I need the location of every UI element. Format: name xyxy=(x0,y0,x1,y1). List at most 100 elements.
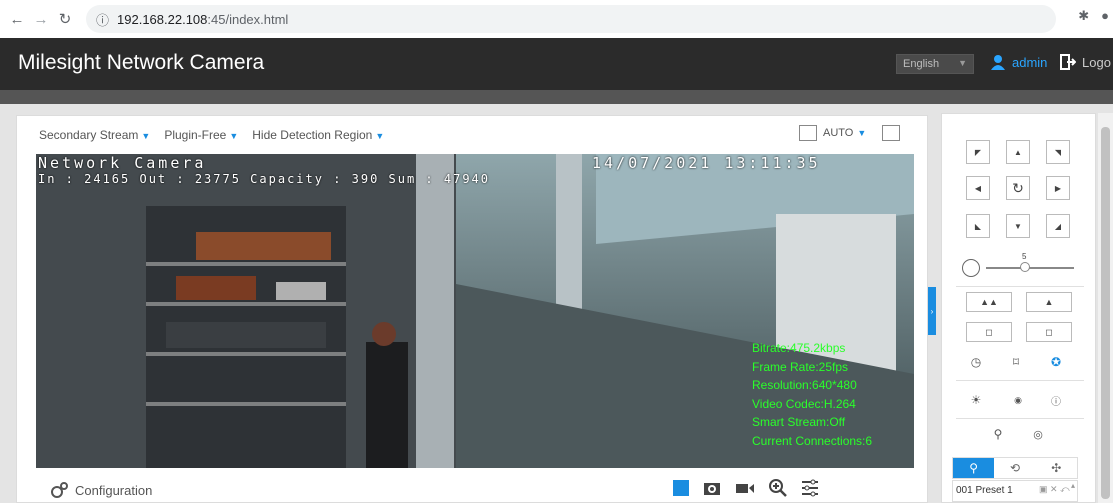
logout-button[interactable]: Logo xyxy=(1060,54,1111,70)
detection-select[interactable]: Hide Detection Region ▼ xyxy=(252,128,384,142)
ptz-down-button[interactable]: ▼ xyxy=(1006,214,1030,238)
url-host: 192.168.22.108 xyxy=(117,11,208,27)
panel-toggle-icon[interactable]: › xyxy=(928,287,936,335)
profile-icon[interactable]: ● xyxy=(1101,8,1109,24)
scrollbar-thumb[interactable] xyxy=(1101,127,1110,499)
zoom-in-icon[interactable] xyxy=(769,479,787,497)
username: admin xyxy=(1012,54,1048,70)
chevron-down-icon: ▼ xyxy=(958,58,967,68)
divider xyxy=(956,286,1084,287)
speed-slider-handle[interactable] xyxy=(1020,262,1030,272)
ptz-right-button[interactable]: ▶ xyxy=(1046,176,1070,200)
wiper-icon[interactable]: ◉ xyxy=(1008,390,1028,410)
info-icon[interactable]: ⓘ xyxy=(1046,390,1066,410)
stat-codec: Video Codec:H.264 xyxy=(752,396,856,411)
logout-icon xyxy=(1060,54,1076,70)
osd-counter: In : 24165 Out : 23775 Capacity : 390 Su… xyxy=(38,172,491,186)
ptz-tabs: ⚲ ⟲ ✣ xyxy=(952,457,1078,479)
language-select[interactable]: English ▼ xyxy=(896,54,974,74)
ptz-panel: ◤ ▲ ◥ ◀ ↻ ▶ ◣ ▼ ◢ 5 ▲▲ ▲ ◻ ◻ ◷ ⌑ ✪ ☀ ◉ ⓘ… xyxy=(941,113,1096,503)
focus-far-button[interactable]: ◻ xyxy=(1026,322,1072,342)
ptz-auto-scan-button[interactable]: ↻ xyxy=(1006,176,1030,200)
zoom-mode-label: AUTO xyxy=(823,127,854,139)
info-icon[interactable]: ⓘ xyxy=(96,10,109,29)
speed-value: 5 xyxy=(1022,252,1027,261)
zoom-mode-select[interactable]: AUTO ▼ xyxy=(823,127,866,139)
target-icon[interactable]: ◎ xyxy=(1028,424,1048,444)
stream-label: Secondary Stream xyxy=(39,128,139,142)
location-pin-icon[interactable]: ⚲ xyxy=(988,424,1008,444)
osd-title: Network Camera xyxy=(38,154,207,172)
auto-focus-icon[interactable]: ✪ xyxy=(1046,352,1066,372)
url-path: :45/index.html xyxy=(207,11,289,27)
plugin-label: Plugin-Free xyxy=(164,128,227,142)
fullscreen-icon[interactable] xyxy=(882,125,901,141)
app-title: Milesight Network Camera xyxy=(18,51,265,74)
app-header: Milesight Network Camera English ▼ admin… xyxy=(0,38,1113,90)
video-stream[interactable]: Network Camera 14/07/2021 13:11:35 In : … xyxy=(36,154,914,468)
logout-label: Logo xyxy=(1082,54,1111,70)
divider xyxy=(956,380,1084,381)
configuration-label: Configuration xyxy=(75,482,153,498)
reload-icon[interactable]: ↻ xyxy=(54,8,76,30)
forward-icon[interactable]: → xyxy=(30,8,52,30)
detection-label: Hide Detection Region xyxy=(252,128,373,142)
bottom-toolbar: Configuration xyxy=(37,476,907,502)
tab-pattern[interactable]: ✣ xyxy=(1036,458,1077,478)
speed-icon xyxy=(962,259,980,277)
chevron-up-icon[interactable]: ▴ xyxy=(1071,481,1075,490)
chevron-down-icon: ▼ xyxy=(141,131,151,141)
ptz-down-left-button[interactable]: ◣ xyxy=(966,214,990,238)
ptz-left-button[interactable]: ◀ xyxy=(966,176,990,200)
preset-label: 001 Preset 1 xyxy=(956,485,1013,496)
stat-bitrate: Bitrate:475.2kbps xyxy=(752,341,846,355)
extensions-icon[interactable]: ✱ xyxy=(1078,8,1089,24)
tab-patrol[interactable]: ⟲ xyxy=(994,458,1035,478)
address-bar[interactable]: ⓘ 192.168.22.108:45/index.html xyxy=(86,5,1056,33)
configuration-link[interactable]: Configuration xyxy=(51,482,152,498)
zoom-in-button[interactable]: ▲ xyxy=(1026,292,1072,312)
chevron-down-icon: ▼ xyxy=(857,128,867,138)
record-icon[interactable] xyxy=(735,480,755,496)
live-view-panel: Secondary Stream ▼ Plugin-Free ▼ Hide Dete… xyxy=(16,115,928,503)
divider xyxy=(956,418,1084,419)
speed-slider[interactable] xyxy=(986,262,1074,272)
header-divider xyxy=(0,90,1113,104)
stat-smart-stream: Smart Stream:Off xyxy=(752,415,846,429)
back-icon[interactable]: ← xyxy=(6,8,28,30)
stat-resolution: Resolution:640*480 xyxy=(752,378,857,392)
browser-toolbar: ← → ↻ ⓘ 192.168.22.108:45/index.html ✱ ● xyxy=(0,0,1113,38)
user-icon xyxy=(991,55,1005,70)
snapshot-icon[interactable] xyxy=(703,480,721,496)
osd-datetime: 14/07/2021 13:11:35 xyxy=(592,154,821,172)
ptz-up-right-button[interactable]: ◥ xyxy=(1046,140,1070,164)
ratio-icon[interactable] xyxy=(799,125,817,141)
stream-select[interactable]: Secondary Stream ▼ xyxy=(39,128,150,142)
page-scrollbar[interactable] xyxy=(1098,113,1113,503)
timer-icon[interactable]: ◷ xyxy=(966,352,986,372)
zoom-out-button[interactable]: ▲▲ xyxy=(966,292,1012,312)
frame-icon[interactable]: ⌑ xyxy=(1006,352,1026,372)
chevron-down-icon: ▼ xyxy=(229,131,239,141)
user-menu[interactable]: admin xyxy=(990,54,1047,70)
patrol-icon: ⟲ xyxy=(1009,461,1021,475)
language-value: English xyxy=(903,58,940,70)
ptz-up-left-button[interactable]: ◤ xyxy=(966,140,990,164)
pin-icon: ⚲ xyxy=(969,461,979,475)
tab-preset[interactable]: ⚲ xyxy=(953,458,995,478)
pattern-icon: ✣ xyxy=(1051,461,1062,475)
gear-icon xyxy=(51,482,68,498)
stop-icon[interactable] xyxy=(673,480,689,496)
settings-sliders-icon[interactable] xyxy=(801,479,819,497)
stat-frame-rate: Frame Rate:25fps xyxy=(752,359,849,374)
preset-actions-icon[interactable]: ▣ ✕ ⤺ xyxy=(1039,484,1070,495)
preset-row[interactable]: 001 Preset 1 ▣ ✕ ⤺ ▴ xyxy=(952,480,1078,502)
light-icon[interactable]: ☀ xyxy=(966,390,986,410)
stream-toolbar: Secondary Stream ▼ Plugin-Free ▼ Hide Dete… xyxy=(39,128,384,142)
ptz-up-button[interactable]: ▲ xyxy=(1006,140,1030,164)
chevron-down-icon: ▼ xyxy=(375,131,385,141)
plugin-select[interactable]: Plugin-Free ▼ xyxy=(164,128,238,142)
focus-near-button[interactable]: ◻ xyxy=(966,322,1012,342)
ptz-down-right-button[interactable]: ◢ xyxy=(1046,214,1070,238)
stream-stats: Bitrate:475.2kbps Frame Rate:25fps Resol… xyxy=(752,339,872,450)
